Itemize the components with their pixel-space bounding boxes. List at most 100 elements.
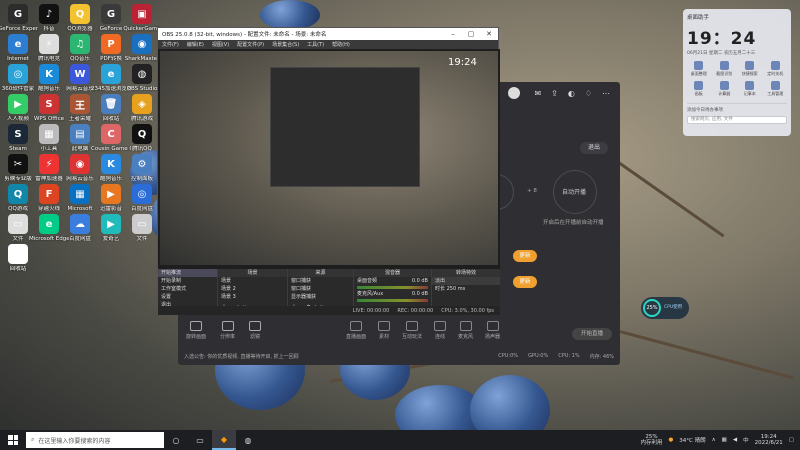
task-view-icon[interactable]: ○ xyxy=(164,430,188,450)
weather-text[interactable]: 34°C 晴朗 xyxy=(679,436,705,444)
multitask-icon[interactable]: ▭ xyxy=(188,430,212,450)
app-icon: ⚡ xyxy=(39,34,59,54)
start-live-button[interactable]: 开始直播 xyxy=(572,328,612,340)
menu-item[interactable]: 场景集合(S) xyxy=(268,41,303,48)
tray-up-icon[interactable]: ∧ xyxy=(712,437,716,443)
duration-row[interactable]: 时长 250 ms xyxy=(432,285,500,293)
app-icon: ▶ xyxy=(101,214,121,234)
mic-audio-meter[interactable] xyxy=(357,299,428,302)
app-icon: W xyxy=(70,64,90,84)
app-icon: ◎ xyxy=(132,184,152,204)
update-button-2[interactable]: 更新 xyxy=(513,276,537,288)
stream-app-task[interactable]: ◆ xyxy=(212,430,236,450)
widget-tool-label: 计算器 xyxy=(718,91,731,96)
tool-mic[interactable]: 麦克风 xyxy=(458,320,473,340)
share-icon[interactable]: ⇪ xyxy=(551,89,558,98)
gift-icon[interactable]: ✉ xyxy=(534,89,541,98)
source-item[interactable]: 窗口捕获 xyxy=(288,285,353,293)
maximize-icon[interactable]: ▢ xyxy=(462,30,480,38)
notification-icon[interactable]: ▢ xyxy=(789,437,794,443)
close-icon[interactable]: ✕ xyxy=(480,30,498,38)
app-icon: ▦ xyxy=(39,124,59,144)
widget-tool[interactable]: 桌面整理 xyxy=(687,61,711,77)
desktop-audio-meter[interactable] xyxy=(357,286,428,289)
transition-select[interactable]: 淡出 xyxy=(432,277,500,285)
menu-item[interactable]: 工具(T) xyxy=(303,41,328,48)
system-tray: 25% 内存利用 ● 34°C 晴朗 ∧ ▦ ◀ 中 19:24 2022/6/21… xyxy=(640,434,800,446)
feature-circle-b[interactable]: 自动开播 xyxy=(553,170,597,214)
tool-link[interactable]: 连线 xyxy=(434,320,447,340)
tool-label: 直播画面 xyxy=(346,333,367,340)
obs-title: OBS 25.0.8 (32-bit, windows) - 配置文件: 未命名… xyxy=(162,32,327,38)
widget-tool[interactable]: 记事本 xyxy=(738,81,762,97)
app-icon: e xyxy=(39,214,59,234)
start-stream-button[interactable]: 开始推流 xyxy=(158,269,217,277)
obs-preview[interactable]: 19:24 xyxy=(158,49,500,269)
widget-tool[interactable]: 工具管理 xyxy=(764,81,788,97)
duration-value: 250 ms xyxy=(446,286,466,292)
avatar[interactable] xyxy=(508,87,520,99)
source-item[interactable]: 显示器捕获 xyxy=(288,293,353,301)
menu-item[interactable]: 编辑(E) xyxy=(183,41,208,48)
microphone-icon xyxy=(459,320,472,331)
tool-material[interactable]: 素材 xyxy=(378,320,391,340)
widget-search-input[interactable]: 搜索网页, 应用, 文件 xyxy=(687,116,787,124)
widget-tool[interactable]: 快捷搜索 xyxy=(738,61,762,77)
menu-item[interactable]: 视图(V) xyxy=(208,41,233,48)
minimize-icon[interactable]: – xyxy=(444,30,462,38)
desktop-icons: GGeForce Experience♪抖音QQQ浏览器GGeForce▣Qui… xyxy=(0,0,162,425)
obs-window[interactable]: OBS 25.0.8 (32-bit, windows) - 配置文件: 未命名… xyxy=(157,27,500,315)
menu-item[interactable]: 帮助(H) xyxy=(328,41,354,48)
desktop-icon-label: QuickerGame xyxy=(123,26,161,32)
desktop-icon[interactable]: ▭ 文件 xyxy=(122,214,162,250)
taskbar-clock[interactable]: 19:24 2022/6/21 xyxy=(755,434,783,446)
settings-button[interactable]: 设置 xyxy=(158,293,217,301)
interact-icon xyxy=(406,320,419,331)
bell-icon[interactable]: ♢ xyxy=(585,89,592,98)
tool-icon xyxy=(745,61,755,70)
source-item[interactable]: 窗口捕获 xyxy=(288,277,353,285)
tool-interact[interactable]: 互动玩法 xyxy=(402,320,423,340)
network-icon[interactable]: ▦ xyxy=(722,437,727,443)
taskbar-search[interactable]: ⌕ 在这里输入你要搜索的内容 xyxy=(26,432,164,448)
scene-item[interactable]: 场景 3 xyxy=(218,293,287,301)
cpu-widget[interactable]: 25% CPU使用 xyxy=(641,297,689,319)
more-icon[interactable]: ⋯ xyxy=(602,89,610,98)
desktop-icon-label: 百度网盘 xyxy=(130,206,153,212)
scene-item[interactable]: 场景 2 xyxy=(218,285,287,293)
widget-tool[interactable]: 画板 xyxy=(687,81,711,97)
ime-icon[interactable]: 中 xyxy=(743,436,749,444)
widget-tool[interactable]: 截图识别 xyxy=(713,61,737,77)
weather-icon[interactable]: ● xyxy=(668,437,673,443)
desktop-icon-label: 控制面板 xyxy=(130,176,153,182)
scene-item[interactable]: 场景 xyxy=(218,277,287,285)
tool-label: 连线 xyxy=(435,333,446,340)
studio-mode-button[interactable]: 工作室模式 xyxy=(158,285,217,293)
app-icon: Q xyxy=(70,4,90,24)
menu-item[interactable]: 文件(F) xyxy=(158,41,183,48)
skin-icon[interactable]: ◐ xyxy=(568,89,575,98)
tool-speaker[interactable]: 扬声器 xyxy=(485,320,500,340)
tool-screen[interactable]: 直播画面 xyxy=(346,320,367,340)
widget-tool[interactable]: 定时关机 xyxy=(764,61,788,77)
mixer-header: 混音器 xyxy=(354,269,431,277)
widget-memo[interactable]: 添加今日待办事项 xyxy=(687,103,787,113)
memory-indicator[interactable]: 25% 内存利用 xyxy=(640,434,662,446)
app-icon: S xyxy=(8,124,28,144)
notice-text[interactable]: 入选公告: 你的优质视频, 直播等待开启, 抓上一回顾 xyxy=(184,353,488,360)
menu-item[interactable]: 配置文件(P) xyxy=(233,41,268,48)
volume-icon[interactable]: ◀ xyxy=(733,437,737,443)
widget-tool[interactable]: 计算器 xyxy=(713,81,737,97)
tool-label: 互动玩法 xyxy=(402,333,423,340)
start-button[interactable] xyxy=(0,435,26,445)
obs-titlebar[interactable]: OBS 25.0.8 (32-bit, windows) - 配置文件: 未命名… xyxy=(158,28,498,40)
update-button-1[interactable]: 更新 xyxy=(513,250,537,262)
link-icon xyxy=(434,320,447,331)
obs-task-icon[interactable]: ◍ xyxy=(236,430,260,450)
app-icon: ◍ xyxy=(132,64,152,84)
desktop-widget[interactable]: 桌面助手 19：24 06月21日 星期二 农历五月二十三 桌面整理 截图识别 快捷… xyxy=(683,9,791,136)
exit-button[interactable]: 退出 xyxy=(580,142,608,154)
desktop-icon[interactable]: ⚐ 回收站 xyxy=(0,244,38,280)
start-record-button[interactable]: 开始录制 xyxy=(158,277,217,285)
tool-icon xyxy=(694,81,704,90)
